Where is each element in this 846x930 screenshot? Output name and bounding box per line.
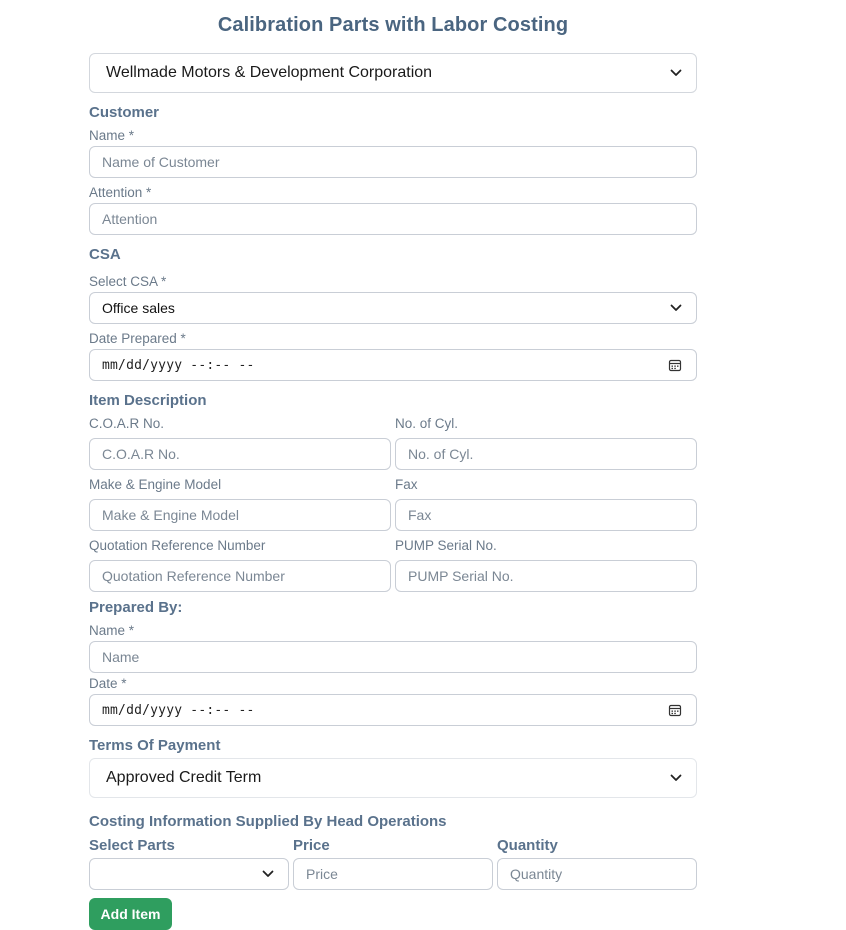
fax-input[interactable]: Fax: [395, 499, 697, 531]
coar-label: C.O.A.R No.: [89, 416, 165, 431]
attention-label: Attention *: [89, 185, 152, 200]
make-placeholder: Make & Engine Model: [102, 507, 239, 523]
customer-name-label: Name *: [89, 128, 135, 143]
cyl-input[interactable]: No. of Cyl.: [395, 438, 697, 470]
select-parts-dropdown[interactable]: [89, 858, 289, 890]
attention-input[interactable]: Attention: [89, 203, 697, 235]
prepared-date-input[interactable]: mm/dd/yyyy --:-- --: [89, 694, 697, 726]
csa-select[interactable]: Office sales: [89, 292, 697, 324]
coar-placeholder: C.O.A.R No.: [102, 446, 180, 462]
make-input[interactable]: Make & Engine Model: [89, 499, 391, 531]
coar-input[interactable]: C.O.A.R No.: [89, 438, 391, 470]
quantity-placeholder: Quantity: [510, 866, 563, 882]
quote-label: Quotation Reference Number: [89, 538, 266, 553]
date-prepared-label: Date Prepared *: [89, 331, 186, 346]
csa-select-value: Office sales: [102, 300, 175, 316]
company-select[interactable]: Wellmade Motors & Development Corporatio…: [89, 53, 697, 93]
add-item-button[interactable]: Add Item: [89, 898, 172, 930]
terms-select-value: Approved Credit Term: [106, 769, 262, 786]
price-label: Price: [293, 837, 330, 854]
quantity-label: Quantity: [497, 837, 558, 854]
attention-placeholder: Attention: [102, 211, 158, 227]
csa-section-title: CSA: [89, 246, 121, 263]
calendar-icon[interactable]: [668, 358, 682, 372]
prepared-name-label: Name *: [89, 623, 135, 638]
price-input[interactable]: Price: [293, 858, 493, 890]
customer-name-input[interactable]: Name of Customer: [89, 146, 697, 178]
make-label: Make & Engine Model: [89, 477, 222, 492]
pump-placeholder: PUMP Serial No.: [408, 568, 514, 584]
prepared-name-input[interactable]: Name: [89, 641, 697, 673]
select-parts-label: Select Parts: [89, 837, 175, 854]
costing-section-title: Costing Information Supplied By Head Ope…: [89, 813, 447, 830]
prepared-name-placeholder: Name: [102, 649, 140, 665]
select-csa-label: Select CSA *: [89, 274, 167, 289]
cyl-placeholder: No. of Cyl.: [408, 446, 474, 462]
fax-label: Fax: [395, 477, 418, 492]
cyl-label: No. of Cyl.: [395, 416, 459, 431]
prepared-date-label: Date *: [89, 676, 127, 691]
page-title: Calibration Parts with Labor Costing: [217, 14, 569, 36]
customer-section-title: Customer: [89, 104, 160, 121]
prepared-by-section-title: Prepared By:: [89, 599, 183, 616]
fax-placeholder: Fax: [408, 507, 432, 523]
date-prepared-value: mm/dd/yyyy --:-- --: [102, 357, 255, 373]
calendar-icon[interactable]: [668, 703, 682, 717]
prepared-date-value: mm/dd/yyyy --:-- --: [102, 702, 255, 718]
customer-name-placeholder: Name of Customer: [102, 154, 220, 170]
quantity-input[interactable]: Quantity: [497, 858, 697, 890]
price-placeholder: Price: [306, 866, 338, 882]
pump-input[interactable]: PUMP Serial No.: [395, 560, 697, 592]
terms-select[interactable]: Approved Credit Term: [89, 758, 697, 798]
item-description-section-title: Item Description: [89, 392, 207, 409]
company-select-value: Wellmade Motors & Development Corporatio…: [106, 64, 433, 81]
chevron-down-icon: [670, 304, 682, 311]
terms-section-title: Terms Of Payment: [89, 737, 221, 754]
pump-label: PUMP Serial No.: [395, 538, 497, 553]
chevron-down-icon: [670, 774, 682, 781]
quote-placeholder: Quotation Reference Number: [102, 568, 285, 584]
date-prepared-input[interactable]: mm/dd/yyyy --:-- --: [89, 349, 697, 381]
chevron-down-icon: [262, 870, 274, 877]
quote-input[interactable]: Quotation Reference Number: [89, 560, 391, 592]
chevron-down-icon: [670, 69, 682, 76]
